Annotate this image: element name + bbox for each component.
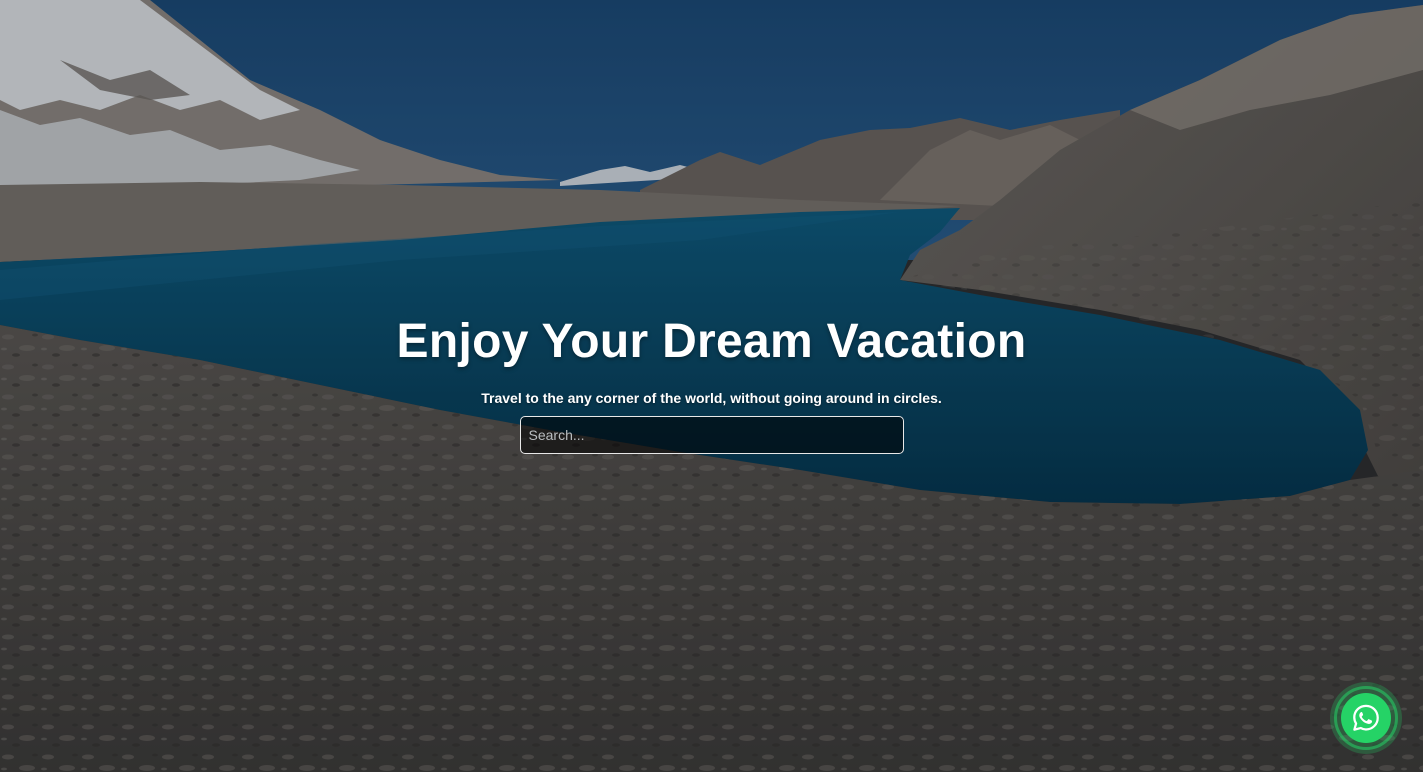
whatsapp-ring bbox=[1334, 686, 1398, 750]
hero-content: Enjoy Your Dream Vacation Travel to the … bbox=[0, 312, 1423, 454]
hero-subtitle: Travel to the any corner of the world, w… bbox=[481, 390, 942, 406]
whatsapp-badge bbox=[1341, 693, 1391, 743]
search-container bbox=[519, 416, 904, 454]
whatsapp-icon bbox=[1353, 704, 1379, 731]
search-input[interactable] bbox=[519, 416, 904, 454]
hero-title: Enjoy Your Dream Vacation bbox=[396, 315, 1027, 368]
hero-section: Enjoy Your Dream Vacation Travel to the … bbox=[0, 0, 1423, 772]
whatsapp-button[interactable] bbox=[1330, 682, 1402, 754]
